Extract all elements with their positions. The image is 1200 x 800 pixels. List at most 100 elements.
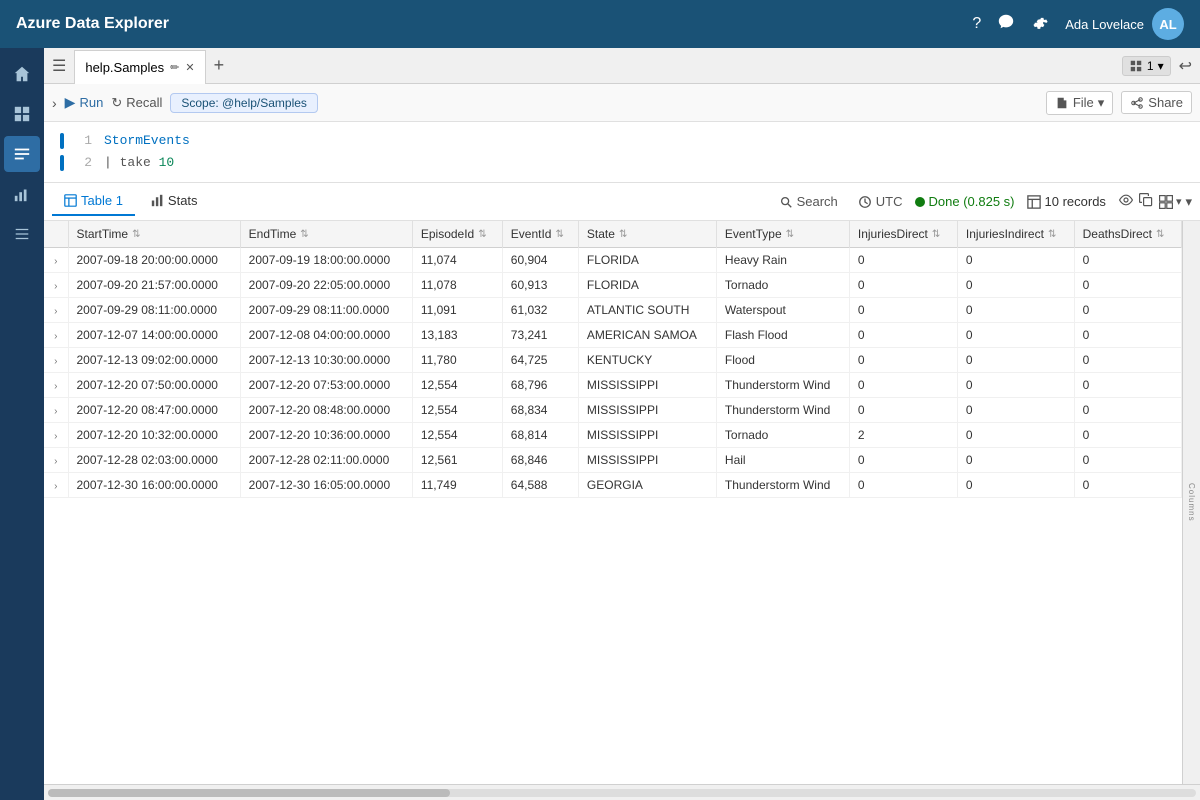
tab-stats[interactable]: Stats — [139, 187, 210, 216]
editor[interactable]: 1 StormEvents 2 | take 10 — [44, 122, 1200, 183]
cell-deathsdirect: 0 — [1074, 273, 1181, 298]
row-expand-3[interactable]: › — [44, 323, 68, 348]
cell-endtime: 2007-12-20 07:53:00.0000 — [240, 373, 412, 398]
sidebar-item-home[interactable] — [4, 56, 40, 92]
undo-button[interactable]: ↩ — [1179, 56, 1192, 76]
scrollbar-thumb[interactable] — [48, 789, 450, 797]
file-button[interactable]: File ▾ — [1046, 91, 1113, 115]
settings-icon[interactable] — [1031, 13, 1049, 36]
table-row: ›2007-12-30 16:00:00.00002007-12-30 16:0… — [44, 473, 1182, 498]
cell-starttime: 2007-12-30 16:00:00.0000 — [68, 473, 240, 498]
user-menu[interactable]: Ada Lovelace AL — [1065, 8, 1184, 40]
tab-help-samples[interactable]: help.Samples ✏ ✕ — [74, 50, 205, 84]
cell-state: MISSISSIPPI — [578, 448, 716, 473]
table-row: ›2007-09-18 20:00:00.00002007-09-19 18:0… — [44, 248, 1182, 273]
row-expand-8[interactable]: › — [44, 448, 68, 473]
line-indicator — [60, 133, 64, 149]
counter-chevron: ▾ — [1158, 59, 1164, 73]
row-expand-1[interactable]: › — [44, 273, 68, 298]
cell-starttime: 2007-12-20 07:50:00.0000 — [68, 373, 240, 398]
col-injuriesdirect[interactable]: InjuriesDirect⇅ — [849, 221, 957, 248]
user-name: Ada Lovelace — [1065, 17, 1144, 32]
cell-endtime: 2007-12-30 16:05:00.0000 — [240, 473, 412, 498]
row-expand-2[interactable]: › — [44, 298, 68, 323]
table-body: ›2007-09-18 20:00:00.00002007-09-19 18:0… — [44, 248, 1182, 498]
records-count: 10 records — [1019, 190, 1114, 213]
cell-injuriesindirect: 0 — [957, 298, 1074, 323]
toolbar-expand-icon[interactable]: › — [52, 95, 57, 111]
col-episodeid[interactable]: EpisodeId⇅ — [412, 221, 502, 248]
cell-injuriesdirect: 0 — [849, 323, 957, 348]
table-row: ›2007-12-07 14:00:00.00002007-12-08 04:0… — [44, 323, 1182, 348]
expand-results-icon[interactable]: ▾ — [1185, 194, 1192, 210]
row-expand-7[interactable]: › — [44, 423, 68, 448]
recall-button[interactable]: ↻ Recall — [111, 95, 162, 111]
cell-eventtype: Flash Flood — [716, 323, 849, 348]
view-toggle[interactable]: ▾ — [1158, 194, 1182, 210]
status-dot — [915, 197, 925, 207]
editor-line-2: 2 | take 10 — [60, 152, 1184, 174]
cell-starttime: 2007-09-29 08:11:00.0000 — [68, 298, 240, 323]
cell-episodeid: 12,561 — [412, 448, 502, 473]
scope-badge[interactable]: Scope: @help/Samples — [170, 93, 318, 113]
col-state[interactable]: State⇅ — [578, 221, 716, 248]
share-button[interactable]: Share — [1121, 91, 1192, 114]
utc-button[interactable]: UTC — [850, 190, 911, 213]
bottom-scrollbar[interactable] — [44, 784, 1200, 800]
cell-eventtype: Heavy Rain — [716, 248, 849, 273]
cell-injuriesdirect: 0 — [849, 448, 957, 473]
col-eventtype[interactable]: EventType⇅ — [716, 221, 849, 248]
search-button[interactable]: Search — [771, 190, 846, 213]
cell-state: MISSISSIPPI — [578, 423, 716, 448]
sidebar-item-chart[interactable] — [4, 176, 40, 212]
feedback-icon[interactable] — [997, 13, 1015, 36]
col-eventid[interactable]: EventId⇅ — [502, 221, 578, 248]
tab-edit-icon[interactable]: ✏ — [170, 61, 179, 74]
scrollbar-track[interactable] — [48, 789, 1196, 797]
tab-bar: ☰ help.Samples ✏ ✕ + 1 ▾ ↩ — [44, 48, 1200, 84]
row-expand-9[interactable]: › — [44, 473, 68, 498]
sidebar-item-query[interactable] — [4, 136, 40, 172]
row-expand-0[interactable]: › — [44, 248, 68, 273]
cell-injuriesindirect: 0 — [957, 373, 1074, 398]
cell-injuriesdirect: 0 — [849, 298, 957, 323]
row-expand-4[interactable]: › — [44, 348, 68, 373]
cell-deathsdirect: 0 — [1074, 448, 1181, 473]
cell-injuriesdirect: 2 — [849, 423, 957, 448]
left-sidebar — [0, 48, 44, 800]
col-starttime[interactable]: StartTime⇅ — [68, 221, 240, 248]
col-deathsdirect[interactable]: DeathsDirect⇅ — [1074, 221, 1181, 248]
cell-injuriesdirect: 0 — [849, 398, 957, 423]
col-injuriesindirect[interactable]: InjuriesIndirect⇅ — [957, 221, 1074, 248]
cell-state: MISSISSIPPI — [578, 398, 716, 423]
sidebar-item-data[interactable] — [4, 96, 40, 132]
table-row: ›2007-12-20 07:50:00.00002007-12-20 07:5… — [44, 373, 1182, 398]
cell-eventid: 60,913 — [502, 273, 578, 298]
table-row: ›2007-09-20 21:57:00.00002007-09-20 22:0… — [44, 273, 1182, 298]
tab-table1[interactable]: Table 1 — [52, 187, 135, 216]
col-endtime[interactable]: EndTime⇅ — [240, 221, 412, 248]
run-button[interactable]: ▶ Run — [65, 94, 104, 111]
row-expand-6[interactable]: › — [44, 398, 68, 423]
cell-eventtype: Thunderstorm Wind — [716, 398, 849, 423]
cell-endtime: 2007-12-13 10:30:00.0000 — [240, 348, 412, 373]
cell-injuriesdirect: 0 — [849, 373, 957, 398]
help-icon[interactable]: ? — [972, 15, 981, 33]
new-tab-button[interactable]: + — [206, 49, 233, 83]
eye-icon[interactable] — [1118, 192, 1134, 211]
table-row: ›2007-12-13 09:02:00.00002007-12-13 10:3… — [44, 348, 1182, 373]
app-title: Azure Data Explorer — [16, 15, 972, 33]
hamburger-menu[interactable]: ☰ — [52, 56, 66, 76]
cell-state: FLORIDA — [578, 273, 716, 298]
results-table: StartTime⇅ EndTime⇅ EpisodeId⇅ EventId⇅ … — [44, 221, 1182, 498]
editor-code-1: StormEvents — [104, 130, 190, 152]
sidebar-item-settings[interactable] — [4, 216, 40, 252]
tab-close-icon[interactable]: ✕ — [185, 61, 194, 74]
columns-panel[interactable]: Columns — [1182, 221, 1200, 784]
table-container: StartTime⇅ EndTime⇅ EpisodeId⇅ EventId⇅ … — [44, 221, 1182, 784]
cell-eventid: 61,032 — [502, 298, 578, 323]
copy-icon[interactable] — [1138, 192, 1154, 211]
tab-counter[interactable]: 1 ▾ — [1122, 56, 1171, 76]
cell-eventtype: Tornado — [716, 423, 849, 448]
row-expand-5[interactable]: › — [44, 373, 68, 398]
